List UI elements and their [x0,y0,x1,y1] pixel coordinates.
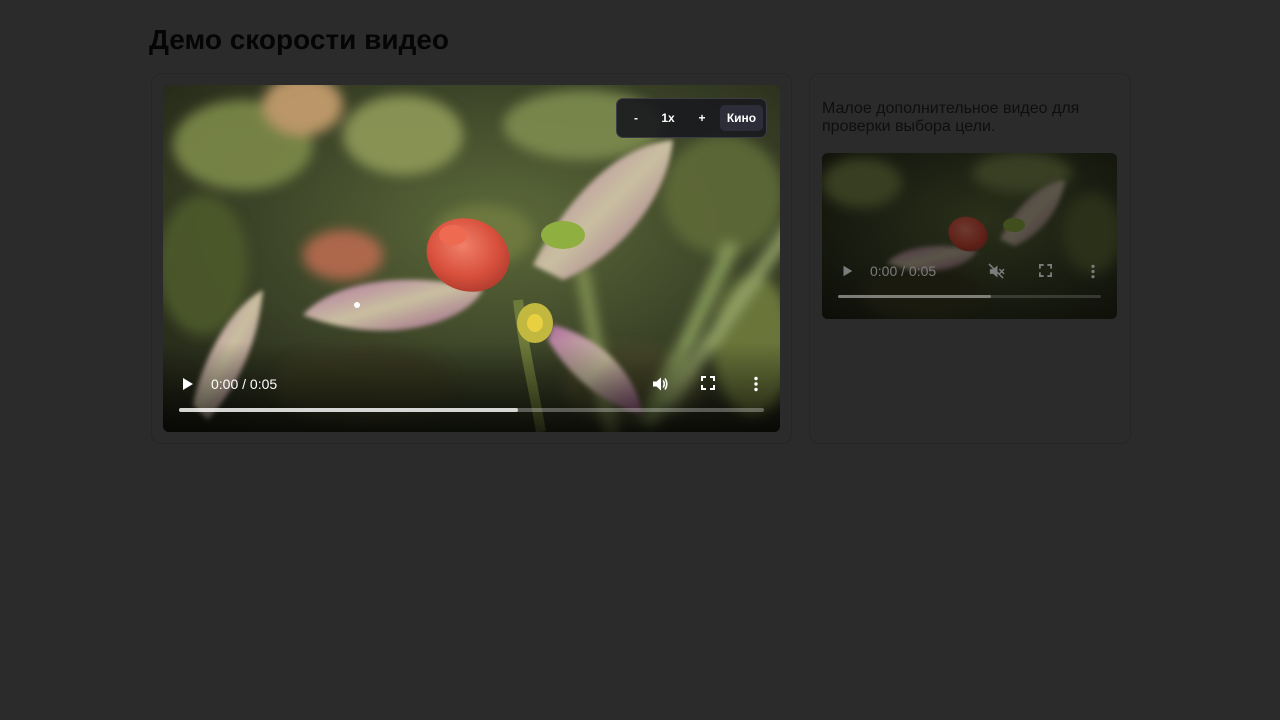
more-options-icon[interactable] [753,376,759,392]
speed-increase-button[interactable]: + [687,105,717,131]
speed-decrease-button[interactable]: - [621,105,651,131]
side-time-display: 0:00 / 0:05 [870,263,937,279]
side-video-description: Малое дополнительное видео для проверки … [822,100,1080,135]
side-fullscreen-icon[interactable] [1039,264,1052,277]
page: Демо скорости видео 0:00 / 0:05 - 1x + К… [0,0,1280,720]
side-more-options-icon[interactable] [1090,264,1096,279]
side-progress-bar[interactable] [838,295,1101,298]
page-title: Демо скорости видео [149,24,450,55]
volume-muted-icon[interactable] [988,263,1005,280]
progress-bar[interactable] [179,408,764,412]
cinema-mode-button[interactable]: Кино [720,105,763,131]
speed-control-panel: - 1x + Кино [616,98,767,138]
time-display: 0:00 / 0:05 [211,376,278,392]
speed-rate-display[interactable]: 1x [651,105,685,131]
side-play-icon[interactable] [840,264,854,278]
volume-icon[interactable] [651,375,669,393]
side-progress-fill [838,295,991,298]
progress-fill [179,408,519,412]
fullscreen-icon[interactable] [701,376,715,390]
side-video-player[interactable]: 0:00 / 0:05 [822,153,1117,319]
play-icon[interactable] [179,376,195,392]
